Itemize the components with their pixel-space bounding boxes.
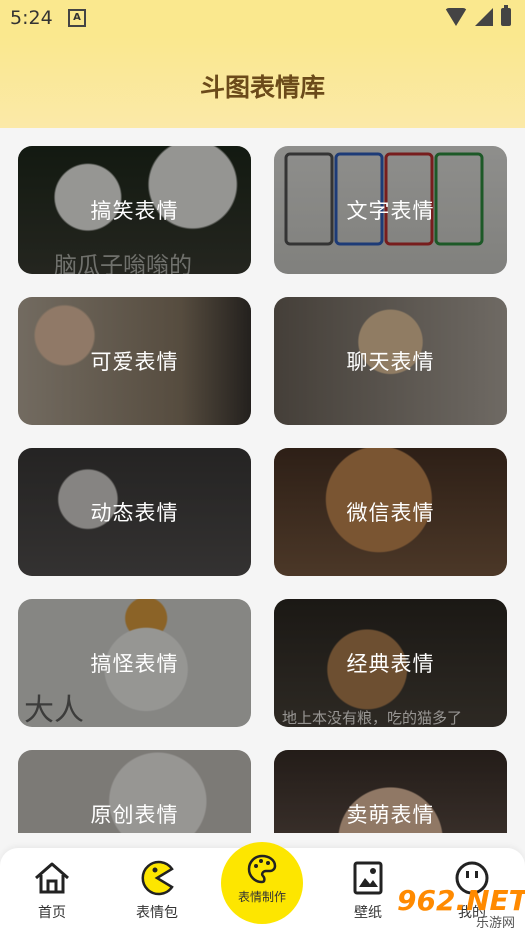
card-label: 文字表情	[346, 199, 435, 223]
card-wechat[interactable]: 微信表情	[274, 448, 507, 576]
card-label: 动态表情	[90, 501, 179, 525]
pacman-icon	[141, 860, 174, 896]
card-funny[interactable]: 脑瓜子嗡嗡的 搞笑表情	[18, 146, 251, 274]
page-title: 斗图表情库	[199, 73, 325, 102]
tab-make-emoji[interactable]: 表情制作	[221, 842, 303, 924]
palette-icon	[247, 854, 277, 884]
card-weird[interactable]: 大人 搞怪表情	[18, 599, 251, 727]
card-animated[interactable]: 动态表情	[18, 448, 251, 576]
card-text[interactable]: 文字表情	[274, 146, 507, 274]
card-caption: 大人	[24, 693, 84, 727]
card-label: 微信表情	[346, 501, 435, 525]
watermark-logo: 962.NET 乐游网	[397, 884, 525, 931]
tab-emoji-pack[interactable]: 表情包	[117, 860, 197, 922]
picture-icon	[353, 861, 383, 895]
card-chat[interactable]: 聊天表情	[274, 297, 507, 425]
wifi-icon	[445, 8, 467, 26]
tab-label: 表情制作	[237, 890, 286, 904]
card-caption: 地上本没有粮，吃的猫多了	[282, 709, 463, 727]
notification-icon: A	[68, 9, 86, 27]
home-icon	[35, 862, 69, 894]
tab-label: 首页	[38, 905, 66, 921]
card-label: 可爱表情	[90, 350, 179, 374]
category-grid: 脑瓜子嗡嗡的 搞笑表情 文字表情 可爱表情 聊天表情 动态表情 微信表情 大人 …	[18, 146, 508, 833]
header: 斗图表情库	[0, 36, 525, 128]
card-label: 卖萌表情	[346, 803, 435, 827]
card-label: 经典表情	[346, 652, 435, 676]
battery-icon	[501, 5, 511, 26]
card-original[interactable]: 原创表情	[18, 750, 251, 833]
card-label: 搞笑表情	[90, 199, 179, 223]
card-cute[interactable]: 可爱表情	[18, 297, 251, 425]
card-label: 搞怪表情	[90, 652, 179, 676]
signal-icon	[475, 8, 493, 26]
tab-label: 壁纸	[354, 905, 382, 921]
tab-wallpaper[interactable]: 壁纸	[328, 860, 408, 922]
card-label: 聊天表情	[346, 350, 435, 374]
card-caption: 脑瓜子嗡嗡的	[54, 253, 192, 274]
card-cute-act[interactable]: 卖萌表情	[274, 750, 507, 833]
status-time: 5:24	[10, 7, 53, 29]
card-classic[interactable]: 地上本没有粮，吃的猫多了 经典表情	[274, 599, 507, 727]
card-label: 原创表情	[90, 803, 179, 827]
watermark-sub: 乐游网	[475, 916, 515, 931]
status-icons	[445, 5, 511, 26]
tab-label: 表情包	[136, 905, 178, 921]
status-bar: 5:24 A	[0, 0, 525, 36]
tab-home[interactable]: 首页	[12, 860, 92, 922]
